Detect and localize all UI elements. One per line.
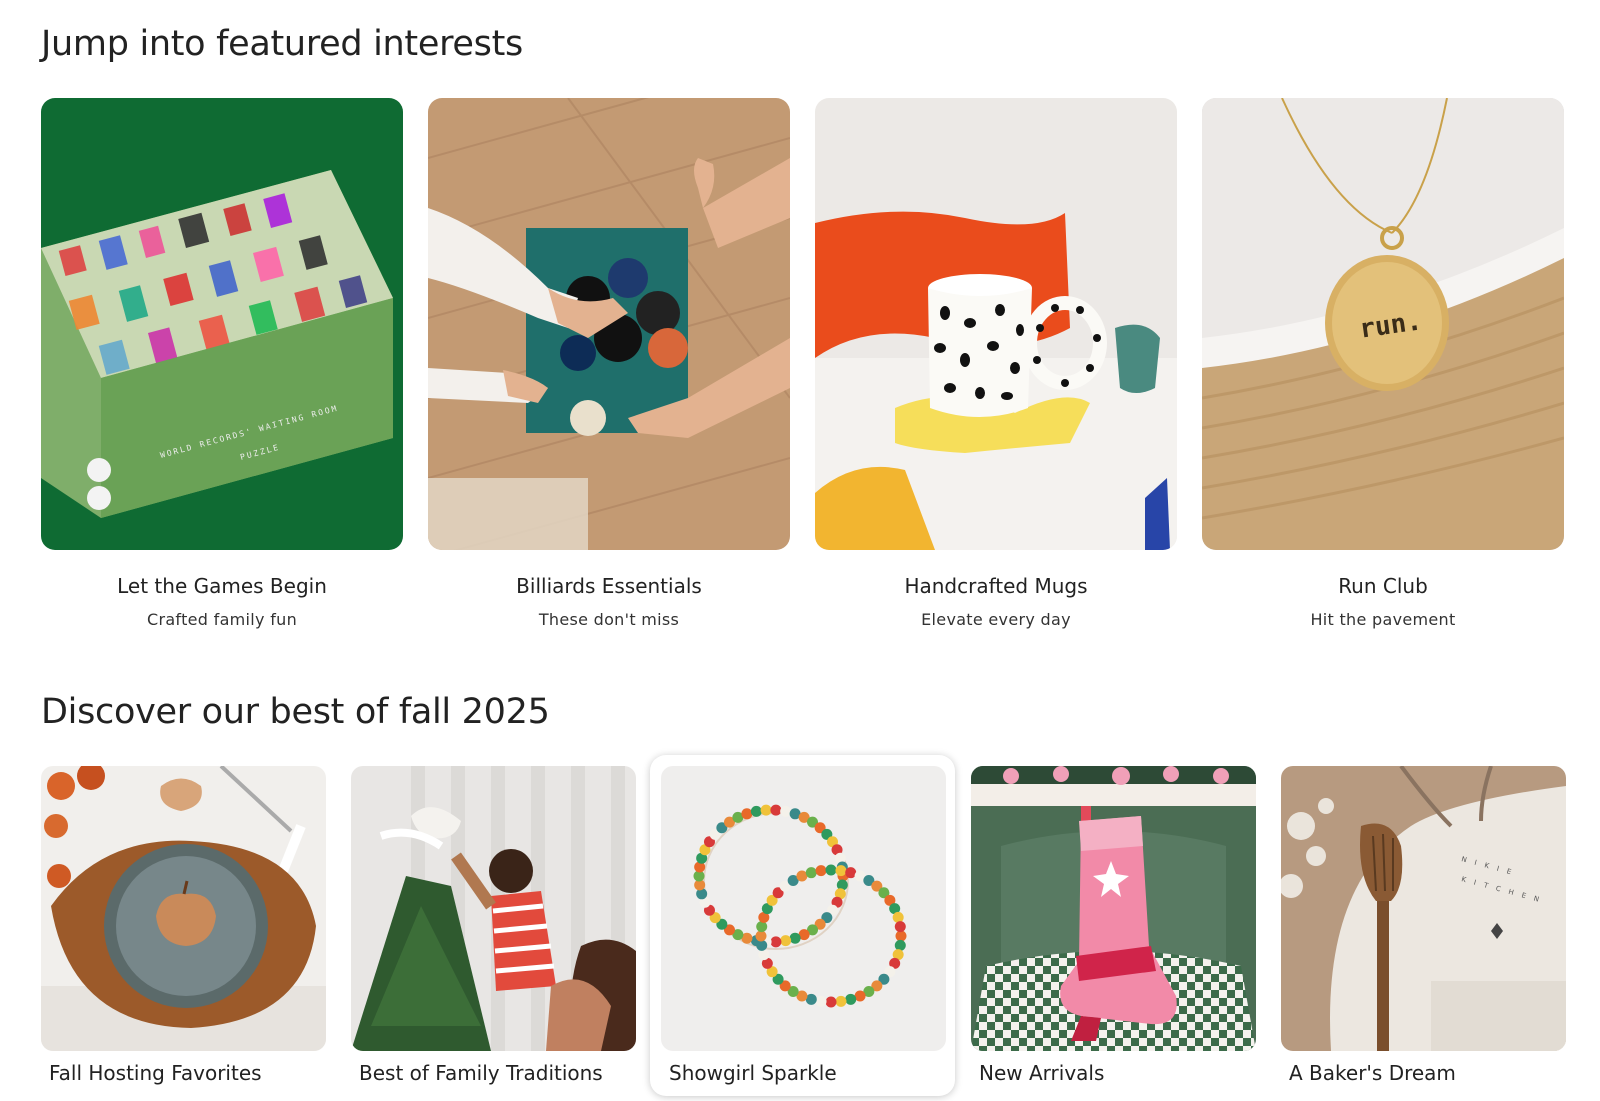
bead <box>845 867 857 879</box>
discover-card-label: Best of Family Traditions <box>359 1061 603 1085</box>
bead <box>780 805 792 817</box>
bead <box>796 870 808 882</box>
bead <box>750 805 762 817</box>
bead <box>805 867 817 879</box>
bead <box>894 921 906 933</box>
bead <box>835 865 847 877</box>
discover-card-new-arrivals[interactable]: New Arrivals <box>971 766 1256 1085</box>
discover-card-label: A Baker's Dream <box>1289 1061 1456 1085</box>
bead <box>854 990 866 1002</box>
bead <box>805 993 817 1005</box>
bead <box>760 804 772 816</box>
bead <box>758 949 770 961</box>
bead <box>825 864 837 876</box>
bead <box>894 939 906 951</box>
bead <box>825 996 837 1008</box>
bead <box>789 932 801 944</box>
discover-card-fall-hosting[interactable]: Fall Hosting Favorites <box>41 766 326 1085</box>
bead <box>895 930 907 942</box>
bead <box>756 921 768 933</box>
discover-card-label: Fall Hosting Favorites <box>49 1061 262 1085</box>
bead <box>892 911 904 923</box>
discover-card-label: Showgirl Sparkle <box>669 1061 837 1085</box>
bead <box>756 939 768 951</box>
bead <box>815 865 827 877</box>
discover-card-showgirl-sparkle[interactable]: Showgirl Sparkle <box>650 755 955 1096</box>
discover-card-bakers-dream[interactable]: N I K I E K I T C H E N A Baker's Dream <box>1281 766 1566 1085</box>
bead <box>815 995 827 1007</box>
tree-ornament-image <box>351 766 636 1051</box>
cowboy-stocking-image <box>971 766 1256 1051</box>
bead <box>770 804 782 816</box>
discover-card-family-traditions[interactable]: Best of Family Traditions <box>351 766 636 1085</box>
bead <box>780 935 792 947</box>
bead <box>741 808 753 820</box>
bead <box>845 993 857 1005</box>
bead <box>835 995 847 1007</box>
discover-card-label: New Arrivals <box>979 1061 1105 1085</box>
bead <box>770 936 782 948</box>
bead <box>755 930 767 942</box>
apron-spoon-image: N I K I E K I T C H E N <box>1281 766 1566 1051</box>
bead-bracelets-image <box>661 766 946 1051</box>
pumpkin-plate-image <box>41 766 326 1051</box>
